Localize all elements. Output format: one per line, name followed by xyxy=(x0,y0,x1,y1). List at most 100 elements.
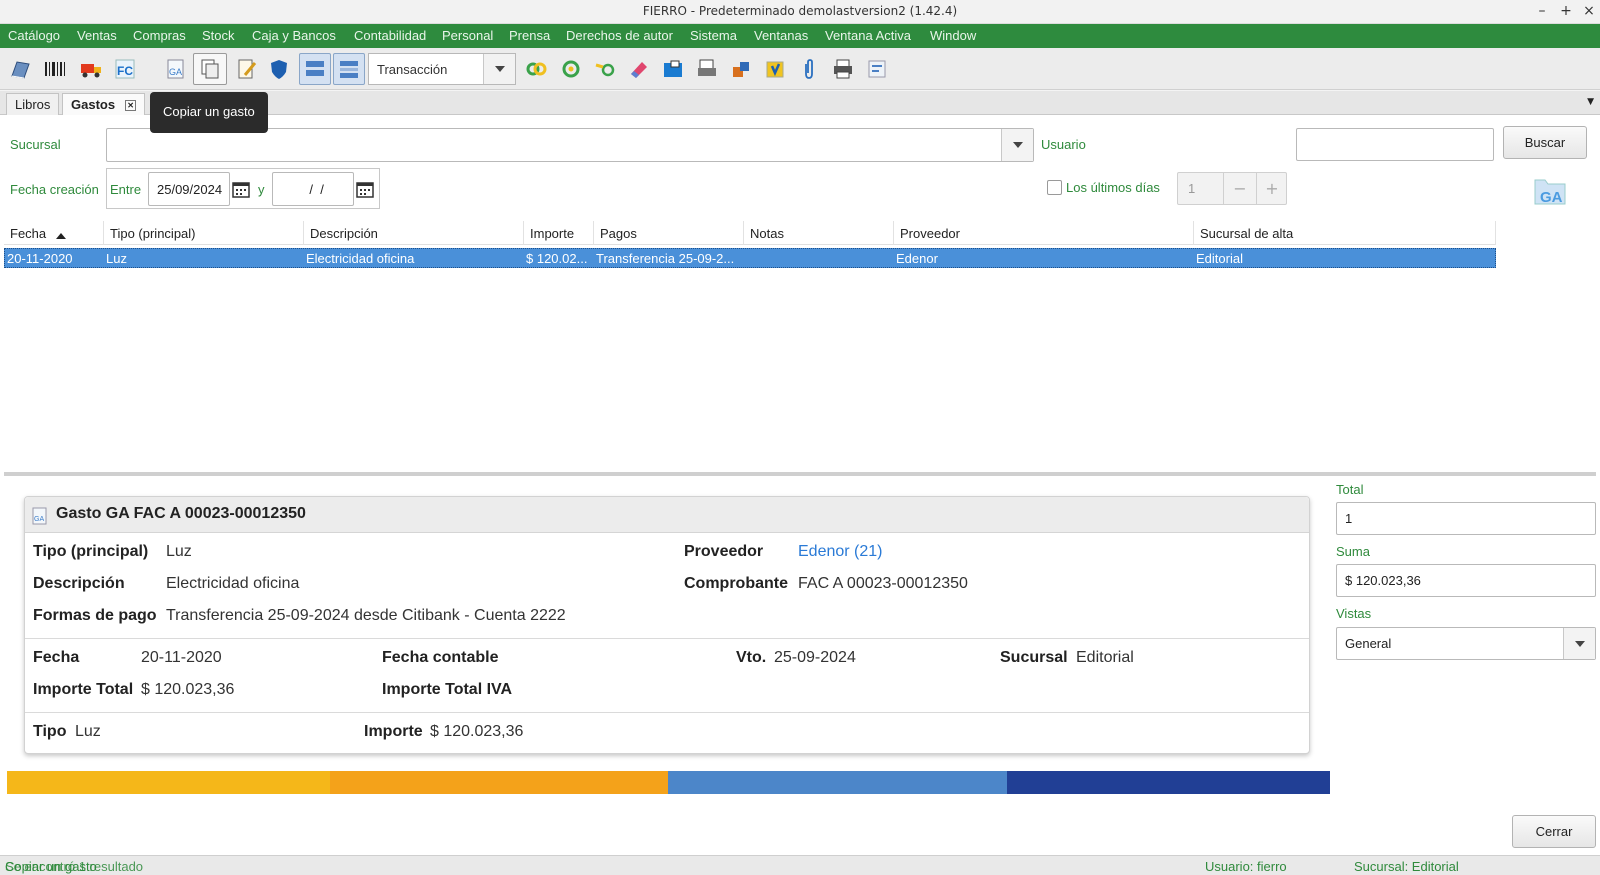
books-icon[interactable] xyxy=(6,55,34,83)
ga-expense-icon[interactable]: GA xyxy=(162,55,190,83)
tab-gastos-label: Gastos xyxy=(71,97,116,112)
barcode-icon[interactable] xyxy=(41,55,69,83)
tipo-principal-key: Tipo (principal) xyxy=(33,543,149,560)
tab-libros[interactable]: Libros xyxy=(6,93,60,115)
importe-total-iva-key: Importe Total IVA xyxy=(382,681,513,698)
menu-stock[interactable]: Stock xyxy=(202,28,235,43)
chevron-down-icon[interactable] xyxy=(1563,628,1595,659)
link-icon[interactable] xyxy=(591,55,619,83)
col-sucursal-alta[interactable]: Sucursal de alta xyxy=(1200,226,1293,241)
menu-personal[interactable]: Personal xyxy=(442,28,493,43)
col-pagos[interactable]: Pagos xyxy=(600,226,637,241)
tipo-principal-value: Luz xyxy=(166,543,192,560)
menu-ventanas[interactable]: Ventanas xyxy=(754,28,808,43)
menu-derechos-autor[interactable]: Derechos de autor xyxy=(566,28,673,43)
layout-split-icon[interactable] xyxy=(333,53,365,85)
menu-compras[interactable]: Compras xyxy=(133,28,186,43)
formas-pago-value: Transferencia 25-09-2024 desde Citibank … xyxy=(166,607,566,624)
transaction-combo-value: Transacción xyxy=(377,62,448,77)
transfer-boxes-icon[interactable] xyxy=(727,55,755,83)
decrement-button[interactable]: − xyxy=(1223,173,1256,204)
menu-ventas[interactable]: Ventas xyxy=(77,28,117,43)
calendar-icon[interactable] xyxy=(356,180,374,201)
sucursal-label: Sucursal xyxy=(10,137,61,152)
chevron-down-icon[interactable] xyxy=(1001,129,1033,161)
color-strip-segment xyxy=(1007,771,1330,794)
fc-invoice-icon[interactable]: FC xyxy=(111,55,139,83)
calendar-icon[interactable] xyxy=(232,180,250,201)
close-tab-icon[interactable]: ✕ xyxy=(125,100,137,112)
table-row[interactable]: 20-11-2020 Luz Electricidad oficina $ 12… xyxy=(4,248,1496,268)
date-to-input[interactable]: / / xyxy=(272,172,354,206)
paperclip-icon[interactable] xyxy=(795,55,823,83)
minimize-button[interactable]: – xyxy=(1533,2,1551,20)
tab-menu-icon[interactable]: ▼ xyxy=(1587,97,1594,107)
vto-key: Vto. xyxy=(736,649,767,666)
svg-text:GA: GA xyxy=(34,516,44,523)
importe-key: Importe xyxy=(364,723,423,740)
voucher-icon[interactable] xyxy=(761,55,789,83)
fecha-key: Fecha xyxy=(33,649,80,666)
usuario-input[interactable] xyxy=(1296,128,1494,161)
last-days-spinner: 1 − + xyxy=(1177,172,1287,205)
col-fecha[interactable]: Fecha xyxy=(10,226,46,241)
tab-libros-label: Libros xyxy=(15,97,51,112)
vto-value: 25-09-2024 xyxy=(774,649,856,666)
increment-button[interactable]: + xyxy=(1256,173,1287,204)
vistas-combo[interactable]: General xyxy=(1336,627,1596,660)
sucursal-combo[interactable] xyxy=(106,128,1034,162)
menu-catalogo[interactable]: Catálogo xyxy=(8,28,60,43)
menu-sistema[interactable]: Sistema xyxy=(690,28,737,43)
importe-total-value: $ 120.023,36 xyxy=(141,681,235,698)
panel-splitter[interactable] xyxy=(4,472,1596,476)
col-importe[interactable]: Importe xyxy=(530,226,574,241)
layout-horizontal-icon[interactable] xyxy=(299,53,331,85)
svg-text:FC: FC xyxy=(117,64,133,78)
sucursal-value: Editorial xyxy=(1076,649,1134,666)
green-circle-icon[interactable] xyxy=(557,55,585,83)
toolbar: FC GA xyxy=(0,48,1600,90)
menu-prensa[interactable]: Prensa xyxy=(509,28,550,43)
menu-window[interactable]: Window xyxy=(930,28,976,43)
proveedor-link[interactable]: Edenor (21) xyxy=(798,543,883,561)
fecha-creacion-label: Fecha creación xyxy=(10,182,99,197)
transaction-combo[interactable]: Transacción xyxy=(368,53,516,85)
close-window-button[interactable]: × xyxy=(1580,2,1598,20)
menu-caja-bancos[interactable]: Caja y Bancos xyxy=(252,28,336,43)
folder-blue-icon[interactable] xyxy=(659,55,687,83)
window-title: FIERRO - Predeterminado demolastversion2… xyxy=(642,4,958,18)
shield-icon[interactable] xyxy=(265,55,293,83)
truck-icon[interactable] xyxy=(77,55,105,83)
chevron-down-icon[interactable] xyxy=(483,54,515,84)
cell-proveedor: Edenor xyxy=(896,251,938,266)
descripcion-value: Electricidad oficina xyxy=(166,575,300,592)
color-strip-segment xyxy=(668,771,1007,794)
printer-icon[interactable] xyxy=(829,55,857,83)
color-strip-segment xyxy=(7,771,330,794)
copy-expense-icon[interactable] xyxy=(193,53,227,85)
tab-gastos[interactable]: Gastos ✕ xyxy=(62,93,146,115)
descripcion-key: Descripción xyxy=(33,575,125,592)
total-field: 1 xyxy=(1336,502,1596,535)
col-notas[interactable]: Notas xyxy=(750,226,784,241)
cell-descripcion: Electricidad oficina xyxy=(306,251,415,266)
edit-document-icon[interactable] xyxy=(233,55,261,83)
status-sucursal: Sucursal: Editorial xyxy=(1354,859,1459,874)
cerrar-button[interactable]: Cerrar xyxy=(1512,815,1596,848)
last-days-checkbox[interactable] xyxy=(1047,180,1062,195)
date-from-input[interactable]: 25/09/2024 xyxy=(148,172,230,206)
menu-ventana-activa[interactable]: Ventana Activa xyxy=(825,28,911,43)
card-header: GA Gasto GA FAC A 00023-00012350 xyxy=(25,497,1309,533)
comprobante-key: Comprobante xyxy=(684,575,788,592)
eraser-icon[interactable] xyxy=(625,55,653,83)
menu-contabilidad[interactable]: Contabilidad xyxy=(354,28,426,43)
cell-importe: $ 120.02... xyxy=(526,251,588,266)
col-descripcion[interactable]: Descripción xyxy=(310,226,378,241)
maximize-button[interactable]: + xyxy=(1557,2,1575,20)
rings-icon[interactable] xyxy=(523,55,551,83)
col-proveedor[interactable]: Proveedor xyxy=(900,226,960,241)
report-icon[interactable] xyxy=(863,55,891,83)
col-tipo[interactable]: Tipo (principal) xyxy=(110,226,196,241)
print-preview-icon[interactable] xyxy=(693,55,721,83)
buscar-button[interactable]: Buscar xyxy=(1503,126,1587,159)
